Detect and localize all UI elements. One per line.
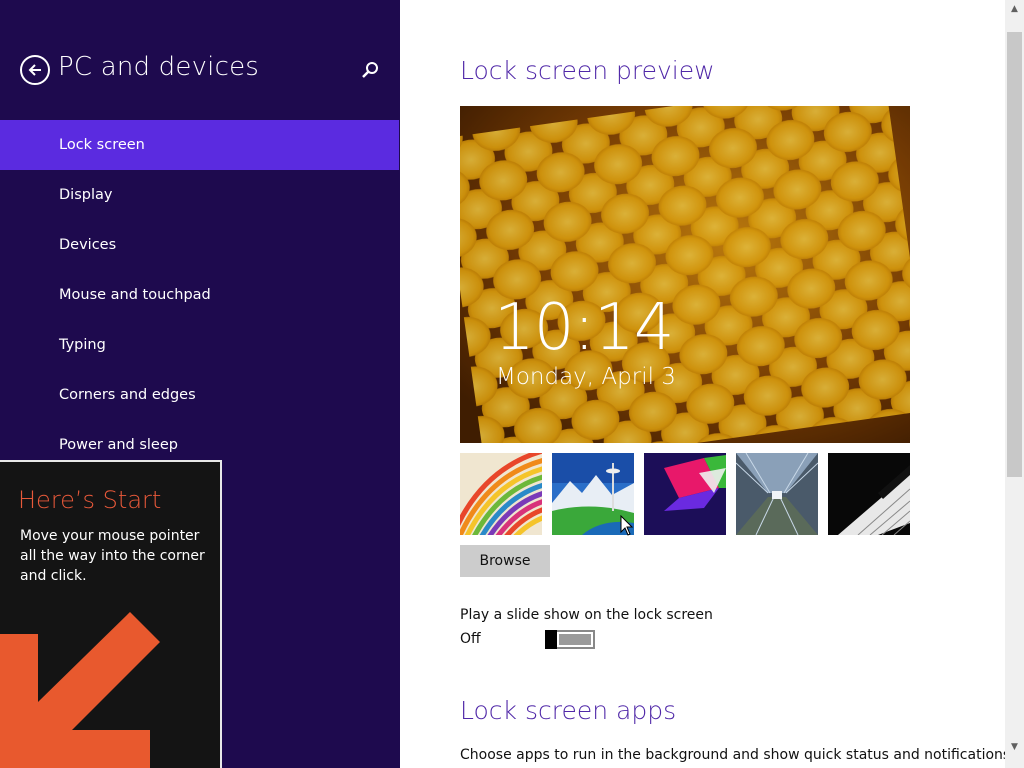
piano-keys-image[interactable] xyxy=(828,453,910,535)
vertical-scrollbar[interactable]: ▲ ▼ xyxy=(1005,0,1024,768)
slideshow-state: Off xyxy=(460,631,481,647)
toggle-knob xyxy=(545,630,557,649)
sidebar-item-typing[interactable]: Typing xyxy=(0,320,400,370)
slideshow-label: Play a slide show on the lock screen xyxy=(460,607,713,623)
toggle-track xyxy=(559,634,591,645)
slideshow-toggle[interactable] xyxy=(545,630,595,649)
sidebar-nav: Lock screen Display Devices Mouse and to… xyxy=(0,120,400,470)
sidebar-title: PC and devices xyxy=(58,52,260,82)
start-tip-popup[interactable]: Here’s Start Move your mouse pointer all… xyxy=(0,460,222,768)
abstract-shapes-image[interactable] xyxy=(644,453,726,535)
start-tip-title: Here’s Start xyxy=(18,486,162,514)
sidebar-item-mouse-and-touchpad[interactable]: Mouse and touchpad xyxy=(0,270,400,320)
lock-screen-preview: 10:14 Monday, April 3 xyxy=(460,106,910,443)
lock-screen-apps-heading: Lock screen apps xyxy=(460,696,677,725)
rainbow-stripes-image[interactable] xyxy=(460,453,542,535)
search-icon[interactable] xyxy=(360,60,380,80)
background-thumbnails xyxy=(460,453,910,535)
sidebar-item-devices[interactable]: Devices xyxy=(0,220,400,270)
sidebar-item-display[interactable]: Display xyxy=(0,170,400,220)
main-content: Lock screen preview 10:14 Monday, April … xyxy=(400,0,1015,768)
scroll-up-icon[interactable]: ▲ xyxy=(1005,0,1024,18)
mouse-cursor-icon xyxy=(620,515,634,536)
train-tunnel-image[interactable] xyxy=(736,453,818,535)
diagonal-arrow-icon xyxy=(0,612,160,768)
honeycomb-image xyxy=(460,106,910,443)
scrollbar-thumb[interactable] xyxy=(1007,32,1022,477)
scroll-down-icon[interactable]: ▼ xyxy=(1005,738,1024,756)
sidebar-item-lock-screen[interactable]: Lock screen xyxy=(0,120,399,170)
sidebar-item-corners-and-edges[interactable]: Corners and edges xyxy=(0,370,400,420)
lock-screen-time: 10:14 xyxy=(494,291,674,365)
lock-screen-date: Monday, April 3 xyxy=(496,364,676,390)
lock-screen-preview-heading: Lock screen preview xyxy=(460,56,715,85)
start-tip-text: Move your mouse pointer all the way into… xyxy=(20,528,205,584)
back-arrow-icon[interactable] xyxy=(20,55,50,85)
browse-button[interactable]: Browse xyxy=(460,545,550,577)
lock-screen-apps-description: Choose apps to run in the background and… xyxy=(460,747,1015,763)
